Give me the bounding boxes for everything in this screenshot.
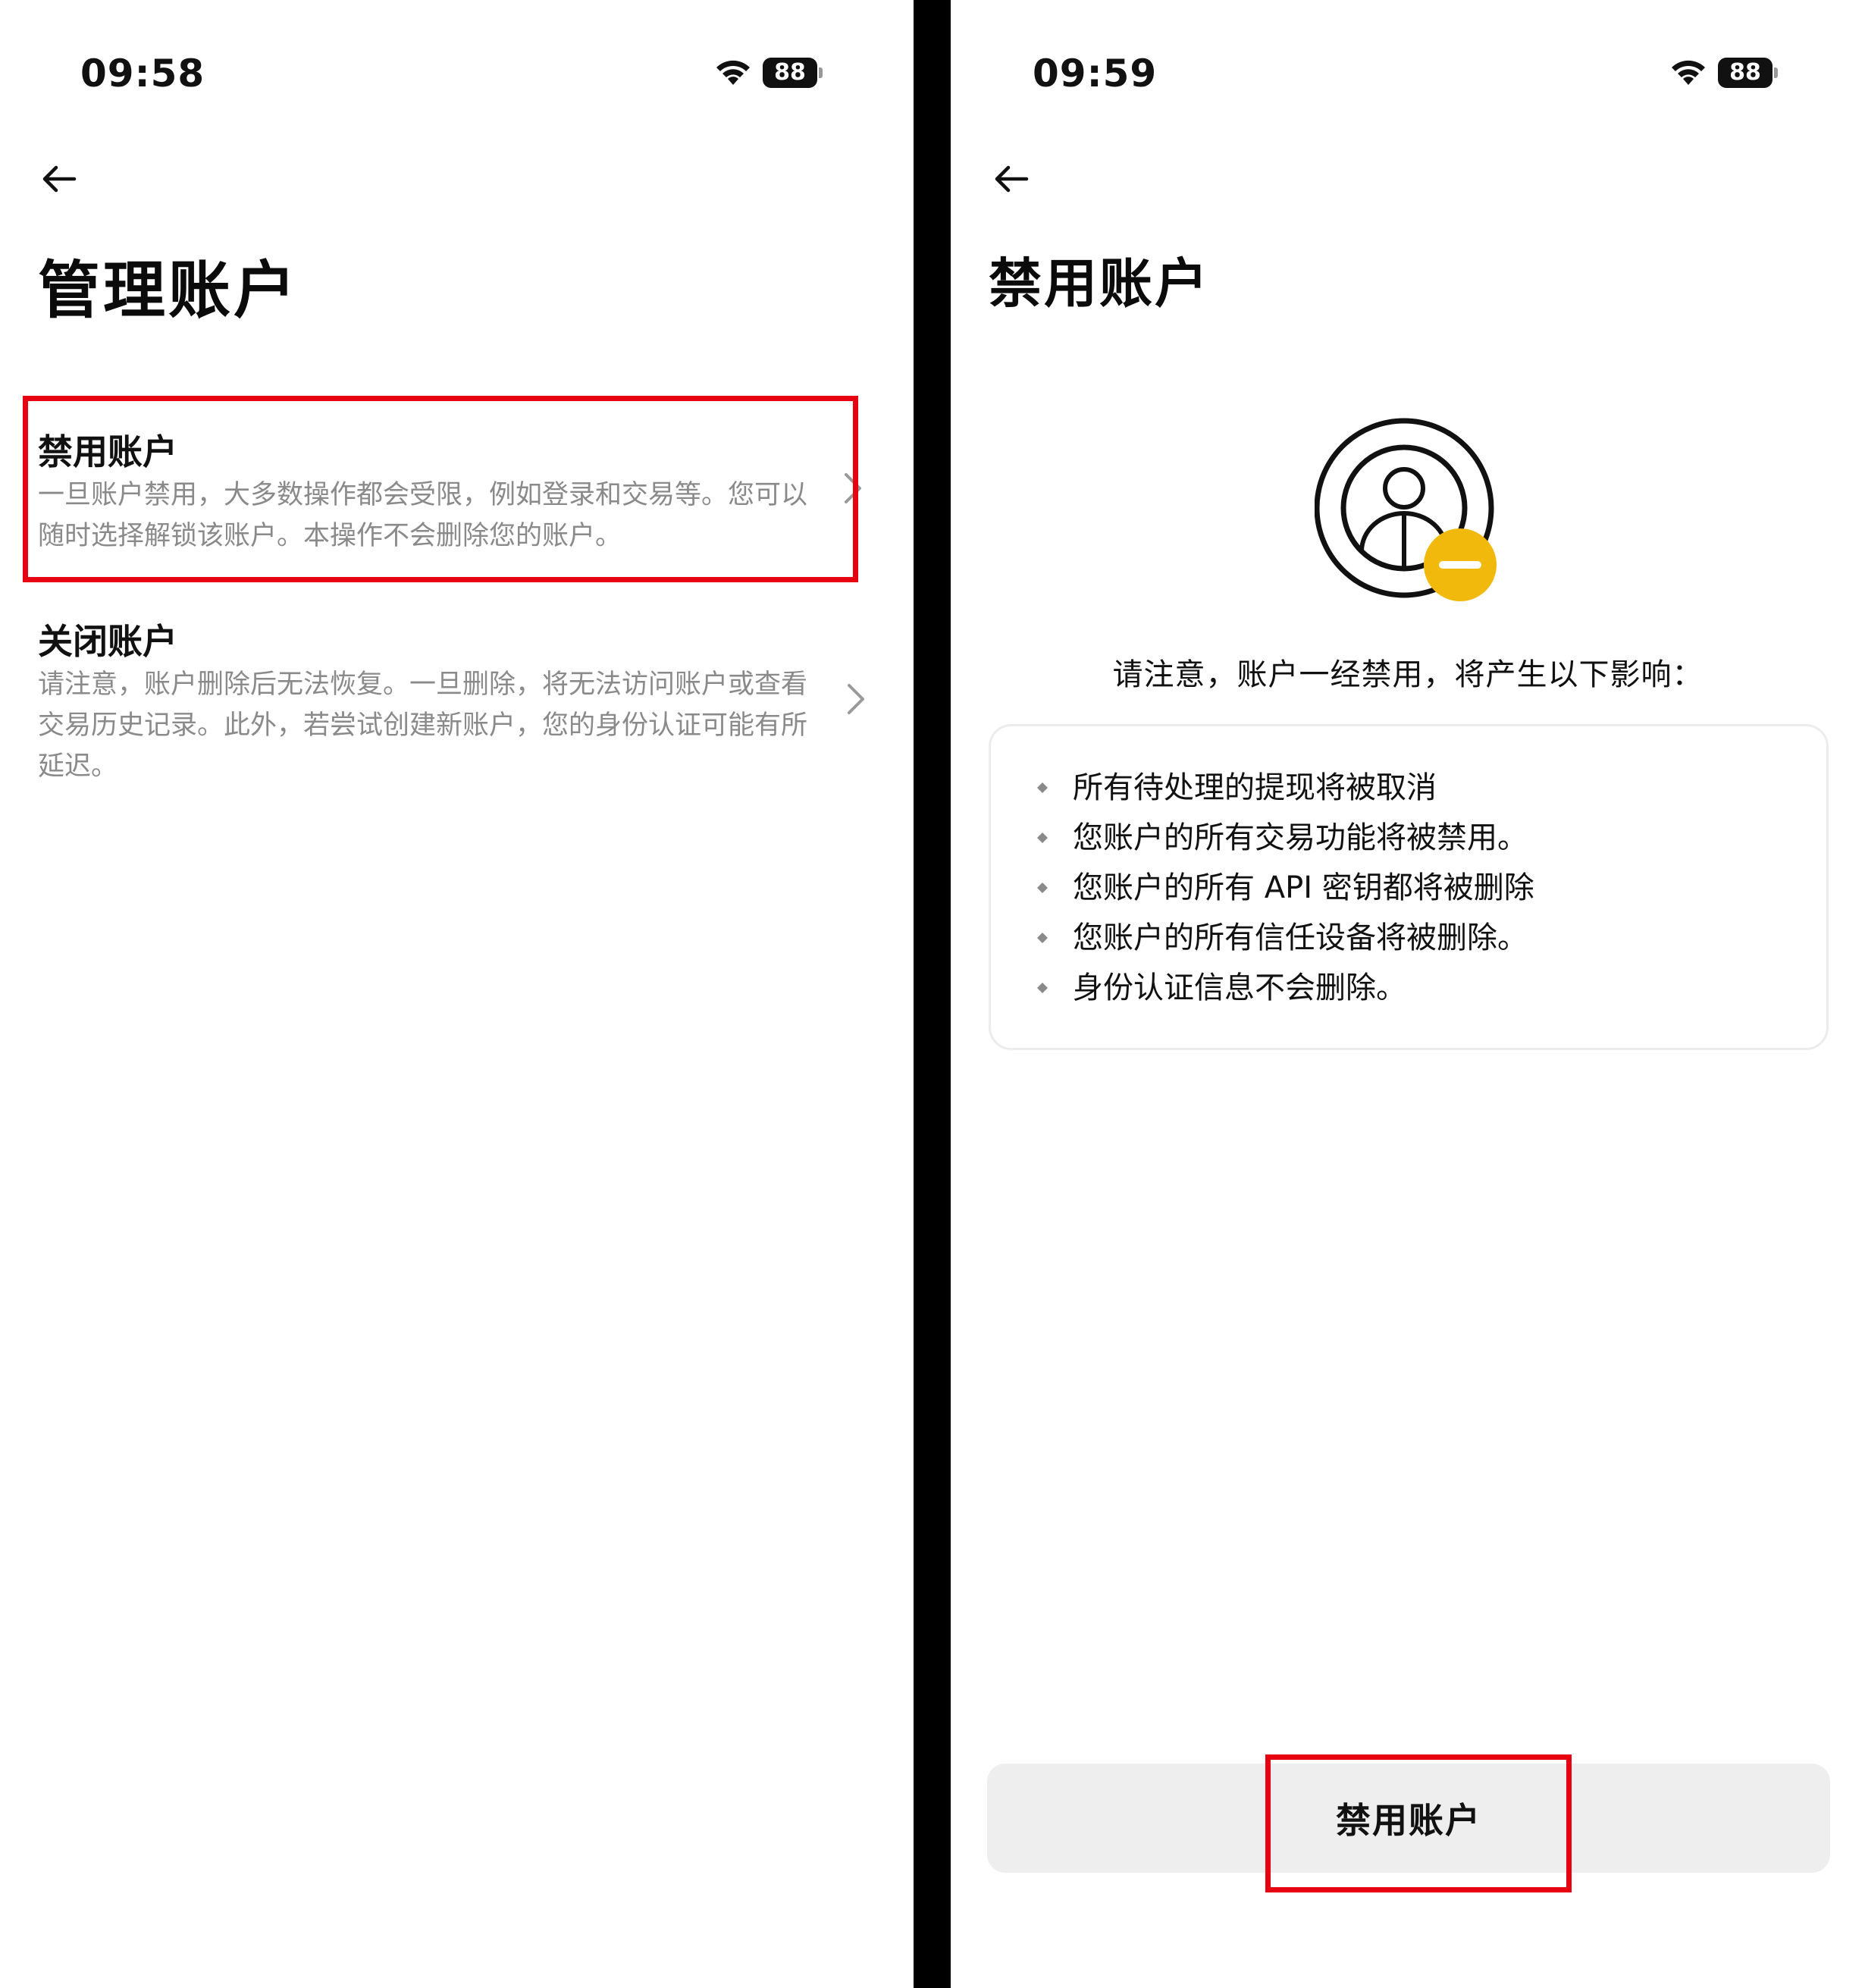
page-title: 禁用账户 [989, 252, 1210, 315]
chevron-right-icon [845, 473, 861, 503]
list-item: 您账户的所有交易功能将被禁用。 [1036, 813, 1534, 863]
notice-text: 请注意，账户一经禁用，将产生以下影响： [1112, 657, 1704, 692]
panel-divider [914, 0, 951, 1988]
effects-card: 所有待处理的提现将被取消 您账户的所有交易功能将被禁用。 您账户的所有 API … [989, 724, 1829, 1050]
option-title: 禁用账户 [38, 431, 177, 472]
diamond-bullet-icon [1037, 883, 1048, 893]
diamond-bullet-icon [1037, 983, 1048, 993]
manage-account-screen: 09:58 88 管理账户 禁用账户 一旦账户禁用，大多数操作都会受限，例如登录… [0, 0, 914, 1988]
option-close-account[interactable]: 关闭账户 请注意，账户删除后无法恢复。一旦删除，将无法访问账户或查看交易历史记录… [0, 599, 914, 796]
wifi-icon [1672, 60, 1705, 85]
diamond-bullet-icon [1037, 782, 1048, 793]
effect-text: 您账户的所有交易功能将被禁用。 [1073, 820, 1528, 855]
option-title: 关闭账户 [38, 621, 177, 662]
disable-account-button[interactable]: 禁用账户 [987, 1764, 1830, 1873]
option-description: 一旦账户禁用，大多数操作都会受限，例如登录和交易等。您可以随时选择解锁该账户。本… [38, 480, 808, 551]
battery-level: 88 [763, 58, 817, 88]
battery-icon: 88 [763, 58, 823, 88]
effects-list: 所有待处理的提现将被取消 您账户的所有交易功能将被禁用。 您账户的所有 API … [1036, 763, 1534, 1013]
effect-text: 您账户的所有信任设备将被删除。 [1073, 920, 1528, 955]
option-description: 请注意，账户删除后无法恢复。一旦删除，将无法访问账户或查看交易历史记录。此外，若… [38, 669, 808, 782]
effect-text: 身份认证信息不会删除。 [1073, 970, 1406, 1005]
list-item: 您账户的所有信任设备将被删除。 [1036, 913, 1534, 963]
arrow-left-icon[interactable] [990, 158, 1033, 200]
comparison-screenshot: 09:58 88 管理账户 禁用账户 一旦账户禁用，大多数操作都会受限，例如登录… [0, 0, 1865, 1988]
list-item: 您账户的所有 API 密钥都将被删除 [1036, 863, 1534, 913]
disable-account-screen: 09:59 88 禁用账户 请注意，账户一经禁用，将产生以下影响： 所有待处理的… [951, 0, 1865, 1988]
effect-text: 所有待处理的提现将被取消 [1073, 770, 1437, 805]
list-item: 身份认证信息不会删除。 [1036, 963, 1534, 1013]
list-item: 所有待处理的提现将被取消 [1036, 763, 1534, 813]
status-time: 09:59 [1033, 52, 1158, 96]
battery-icon: 88 [1718, 58, 1779, 88]
diamond-bullet-icon [1037, 933, 1048, 943]
option-disable-account[interactable]: 禁用账户 一旦账户禁用，大多数操作都会受限，例如登录和交易等。您可以随时选择解锁… [0, 394, 914, 584]
wifi-icon [716, 60, 750, 85]
diamond-bullet-icon [1037, 833, 1048, 843]
status-time: 09:58 [80, 52, 205, 96]
arrow-left-icon[interactable] [38, 158, 80, 200]
effect-text: 您账户的所有 API 密钥都将被删除 [1073, 870, 1534, 905]
user-disabled-icon [1315, 418, 1497, 601]
chevron-right-icon [848, 684, 864, 714]
page-title: 管理账户 [38, 255, 299, 327]
battery-level: 88 [1718, 58, 1773, 88]
